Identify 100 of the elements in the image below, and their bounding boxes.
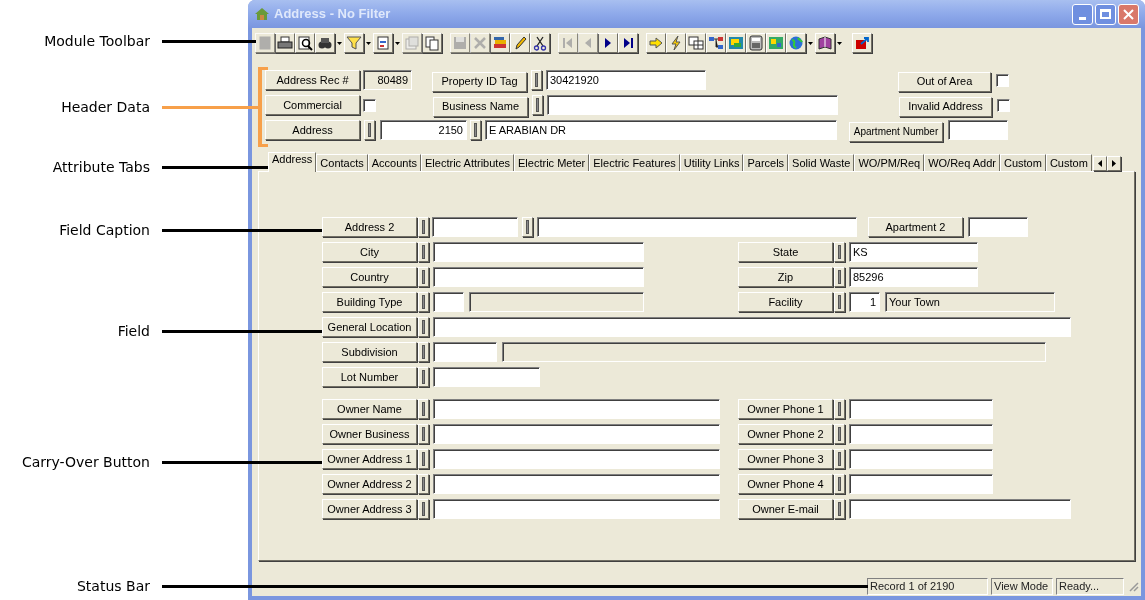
checkbox[interactable] [996,73,1009,87]
carry-over-button[interactable] [834,499,845,519]
scroll-left-button[interactable] [1092,156,1107,171]
carry-over-button[interactable] [834,474,845,494]
carry-over-button[interactable] [470,120,481,140]
input-field[interactable]: 2150 [380,120,467,140]
caption-button[interactable]: Owner Address 2 [322,474,417,494]
carry-over-button[interactable] [418,292,429,312]
carry-over-button[interactable] [834,292,845,312]
toolbar-button[interactable] [598,33,618,53]
input-field[interactable] [433,342,497,362]
carry-over-button[interactable] [418,474,429,494]
carry-over-button[interactable] [418,367,429,387]
tab[interactable]: WO/PM/Req [854,154,925,171]
caption-button[interactable]: Apartment 2 [868,217,963,237]
carry-over-button[interactable] [418,342,429,362]
caption-button[interactable]: Owner Phone 4 [738,474,833,494]
input-field[interactable] [433,267,644,287]
caption-button[interactable]: Owner E-mail [738,499,833,519]
caption-button[interactable]: City [322,242,417,262]
caption-button[interactable]: Apartment Number [849,122,943,142]
caption-button[interactable]: Address 2 [322,217,417,237]
caption-button[interactable]: Out of Area [898,71,991,92]
tab[interactable]: Solid Waste [788,154,855,171]
caption-button[interactable]: Address Rec # [265,70,360,90]
input-field[interactable] [968,217,1028,237]
tab[interactable]: Parcels [743,154,789,171]
input-field[interactable] [433,424,720,444]
carry-over-button[interactable] [834,267,845,287]
input-field[interactable] [948,120,1008,140]
caption-button[interactable]: Owner Phone 2 [738,424,833,444]
input-field[interactable]: 30421920 [546,70,706,90]
caption-button[interactable]: Invalid Address [899,96,992,117]
tab[interactable]: Electric Meter [514,154,590,171]
input-field[interactable]: KS [849,242,978,262]
carry-over-button[interactable] [418,317,429,337]
input-field[interactable] [849,449,993,469]
caption-button[interactable]: Owner Business [322,424,417,444]
toolbar-button[interactable] [530,33,550,53]
tab[interactable]: Address [268,152,317,172]
caption-button[interactable]: Owner Address 3 [322,499,417,519]
carry-over-button[interactable] [418,267,429,287]
carry-over-button[interactable] [531,70,542,90]
caption-button[interactable]: Owner Phone 1 [738,399,833,419]
carry-over-button[interactable] [834,242,845,262]
caption-button[interactable]: Country [322,267,417,287]
caption-button[interactable]: State [738,242,833,262]
toolbar-button[interactable] [706,33,726,53]
toolbar-button[interactable] [315,33,335,53]
carry-over-button[interactable] [418,399,429,419]
tab[interactable]: Electric Features [589,154,680,171]
input-field[interactable] [433,242,644,262]
carry-over-button[interactable] [418,424,429,444]
input-field[interactable] [433,449,720,469]
input-field[interactable]: E ARABIAN DR [485,120,837,140]
toolbar-button[interactable] [618,33,638,53]
toolbar-button[interactable] [746,33,766,53]
carry-over-button[interactable] [418,217,429,237]
input-field[interactable]: 1 [849,292,880,312]
tab[interactable]: Electric Attributes [421,154,514,171]
caption-button[interactable]: Lot Number [322,367,417,387]
carry-over-button[interactable] [418,449,429,469]
input-field[interactable]: 85296 [849,267,978,287]
carry-over-button[interactable] [834,424,845,444]
close-button[interactable] [1118,3,1139,25]
caption-button[interactable]: Owner Name [322,399,417,419]
input-field[interactable] [537,217,857,237]
input-field[interactable] [849,399,993,419]
input-field[interactable] [433,399,720,419]
input-field[interactable] [433,367,540,387]
tab[interactable]: Accounts [367,154,422,171]
checkbox[interactable] [363,98,376,112]
caption-button[interactable]: Building Type [322,292,417,312]
caption-button[interactable]: Subdivision [322,342,417,362]
carry-over-button[interactable] [834,449,845,469]
input-field[interactable] [547,95,838,115]
input-field[interactable] [849,499,1071,519]
minimize-button[interactable] [1072,3,1093,25]
tab[interactable]: Custom [1045,154,1092,171]
input-field[interactable] [432,217,518,237]
caption-button[interactable]: Property ID Tag [432,71,527,92]
caption-button[interactable]: Owner Phone 3 [738,449,833,469]
toolbar-button[interactable] [275,33,295,53]
caption-button[interactable]: Owner Address 1 [322,449,417,469]
caption-button[interactable]: Commercial [265,95,360,115]
toolbar-button[interactable] [295,33,315,53]
input-field[interactable] [433,499,720,519]
caption-button[interactable]: Facility [738,292,833,312]
caption-button[interactable]: Business Name [433,96,528,117]
input-field[interactable] [433,317,1071,337]
caption-button[interactable]: Zip [738,267,833,287]
tab[interactable]: WO/Req Addr [924,154,1000,171]
carry-over-button[interactable] [834,399,845,419]
tab[interactable]: Custom [1000,154,1046,171]
toolbar-button[interactable] [510,33,530,53]
tab[interactable]: Utility Links [679,154,744,171]
carry-over-button[interactable] [418,242,429,262]
input-field[interactable] [433,474,720,494]
toolbar-button[interactable] [815,33,835,53]
carry-over-button[interactable] [532,95,543,115]
